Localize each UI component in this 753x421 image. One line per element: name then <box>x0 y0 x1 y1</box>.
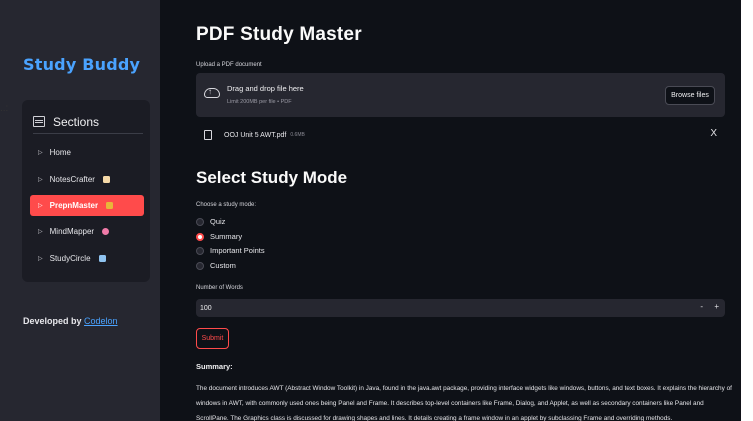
edge-dots: ..: <box>0 103 9 114</box>
sidebar-item-label: PrepnMaster <box>49 201 99 210</box>
summary-text: The document introduces AWT (Abstract Wi… <box>196 385 732 421</box>
radio-button[interactable] <box>196 261 204 270</box>
sidebar-item-studycircle[interactable]: ▷ StudyCircle <box>30 248 144 269</box>
cloud-upload-icon <box>204 87 220 98</box>
memo-icon <box>102 176 110 183</box>
radio-button[interactable] <box>196 217 204 226</box>
developer-prefix: Developed by <box>23 316 85 326</box>
arrow-right-icon: ▷ <box>38 229 43 235</box>
main-content: PDF Study Master Upload a PDF document D… <box>160 0 741 421</box>
sections-label: Sections <box>53 114 100 129</box>
file-dropzone[interactable]: Drag and drop file here Limit 200MB per … <box>196 73 725 117</box>
page-title: PDF Study Master <box>196 24 362 45</box>
sidebar-item-mindmapper[interactable]: ▷ MindMapper <box>30 221 144 242</box>
dropzone-limit: Limit 200MB per file • PDF <box>227 99 292 105</box>
book-icon <box>33 116 45 127</box>
arrow-right-icon: ▷ <box>38 150 43 156</box>
sidebar-item-label: MindMapper <box>49 227 95 236</box>
words-label: Number of Words <box>196 285 243 291</box>
brain-icon <box>102 228 110 235</box>
radio-button[interactable] <box>196 246 204 255</box>
books-icon <box>98 255 106 262</box>
radio-label: Summary <box>210 232 243 241</box>
arrow-right-icon: ▷ <box>38 256 43 262</box>
sections-header: Sections <box>33 110 143 134</box>
sidebar-item-prepnmaster[interactable]: ▷ PrepnMaster <box>30 195 144 216</box>
summary-heading: Summary: <box>196 362 233 371</box>
radio-summary[interactable]: Summary <box>196 231 242 242</box>
section-heading: Select Study Mode <box>196 168 348 187</box>
file-name: OOJ Unit 5 AWT.pdf <box>224 131 287 139</box>
browse-files-button[interactable]: Browse files <box>665 86 715 105</box>
arrow-right-icon: ▷ <box>38 203 43 209</box>
radio-important-points[interactable]: Important Points <box>196 245 265 256</box>
radio-label: Custom <box>210 261 236 270</box>
app-window: Study Buddy Sections ▷ Home ▷ NotesCraft… <box>0 0 741 421</box>
radio-button-checked[interactable] <box>196 232 204 241</box>
radio-quiz[interactable]: Quiz <box>196 216 225 227</box>
submit-button[interactable]: Submit <box>196 328 229 349</box>
sidebar: Study Buddy Sections ▷ Home ▷ NotesCraft… <box>0 0 160 421</box>
developer-link[interactable]: Codelon <box>84 316 118 326</box>
file-icon <box>204 130 212 140</box>
upload-label: Upload a PDF document <box>196 62 262 68</box>
sidebar-item-home[interactable]: ▷ Home <box>30 142 144 163</box>
decrement-button[interactable]: - <box>700 302 703 311</box>
radio-custom[interactable]: Custom <box>196 260 236 271</box>
increment-button[interactable]: + <box>714 302 719 311</box>
number-of-words-input[interactable]: 100 - + <box>196 299 725 317</box>
sidebar-item-label: NotesCrafter <box>49 175 95 184</box>
number-value: 100 <box>200 304 212 312</box>
sections-menu: Sections ▷ Home ▷ NotesCrafter ▷ PrepnMa… <box>22 100 150 282</box>
mode-label: Choose a study mode: <box>196 202 257 208</box>
file-size: 0.6MB <box>290 132 305 138</box>
brand-title: Study Buddy <box>23 55 141 74</box>
radio-label: Important Points <box>210 246 265 255</box>
dropzone-title: Drag and drop file here <box>227 84 304 93</box>
sidebar-item-label: StudyCircle <box>49 254 91 263</box>
sidebar-item-label: Home <box>49 148 71 157</box>
arrow-right-icon: ▷ <box>38 177 43 183</box>
close-icon[interactable]: X <box>710 128 717 139</box>
trophy-icon <box>106 202 114 209</box>
sidebar-item-notescrafter[interactable]: ▷ NotesCrafter <box>30 169 144 190</box>
uploaded-file: OOJ Unit 5 AWT.pdf 0.6MB X <box>204 128 725 142</box>
developer-credit: Developed by Codelon <box>23 316 118 326</box>
radio-label: Quiz <box>210 217 226 226</box>
